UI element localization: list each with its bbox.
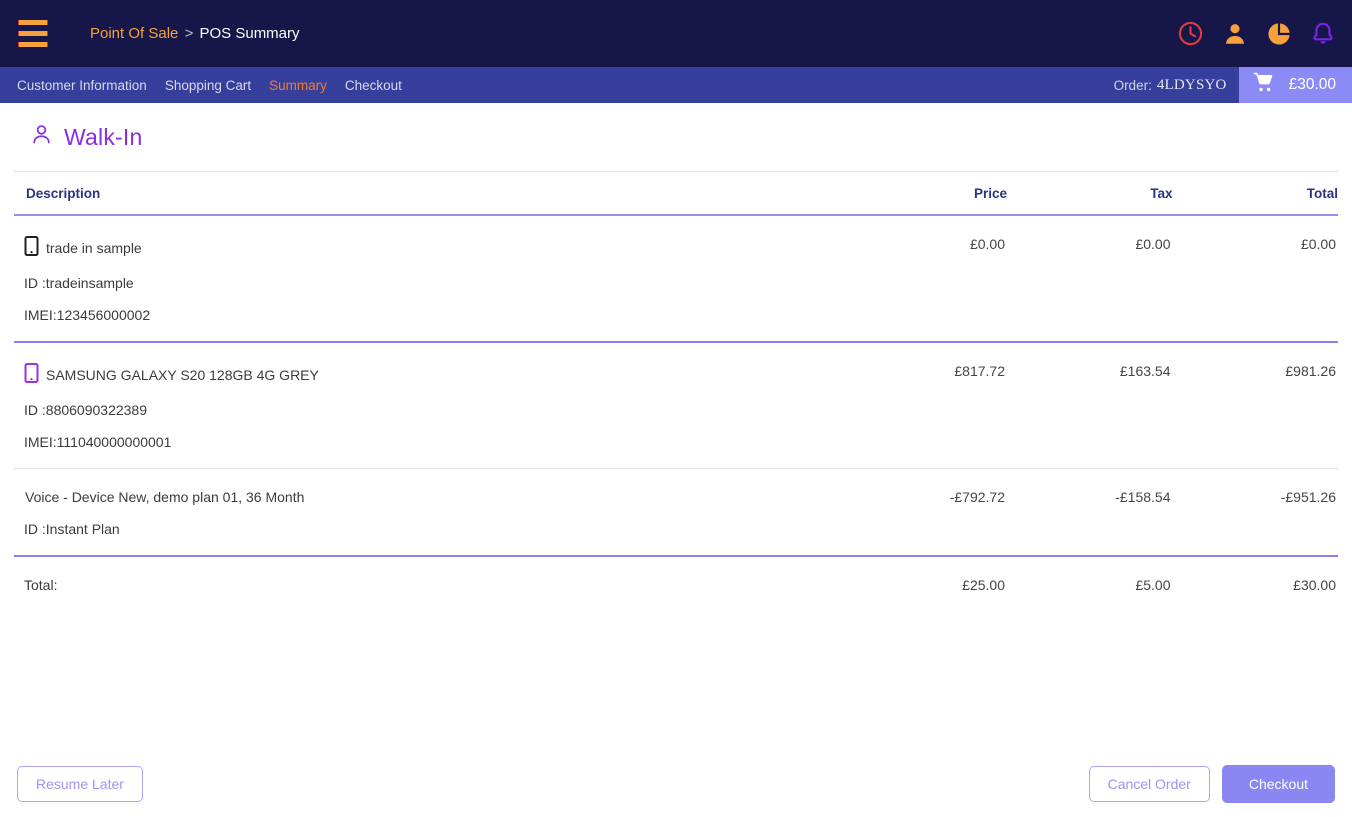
row-tax: £163.54 <box>1007 342 1173 469</box>
row-total: £981.26 <box>1172 342 1338 469</box>
tab-checkout[interactable]: Checkout <box>336 78 411 93</box>
row-tax: £0.00 <box>1007 215 1173 343</box>
hamburger-bar <box>18 31 48 36</box>
breadcrumb-parent[interactable]: Point Of Sale <box>90 25 178 42</box>
column-header-total: Total <box>1172 172 1338 216</box>
tab-customer-information[interactable]: Customer Information <box>8 78 156 93</box>
tab-summary[interactable]: Summary <box>260 78 336 93</box>
column-header-description: Description <box>14 172 842 216</box>
cancel-order-button[interactable]: Cancel Order <box>1088 766 1210 802</box>
column-header-price: Price <box>841 172 1007 216</box>
footer-actions: Resume Later Cancel Order Checkout <box>0 765 1352 803</box>
table-header-row: Description Price Tax Total <box>14 172 1338 216</box>
product-id: ID :Instant Plan <box>24 521 120 537</box>
footer-right-actions: Cancel Order Checkout <box>1088 765 1335 803</box>
product-imei: IMEI:111040000000001 <box>24 434 172 450</box>
row-tax: -£158.54 <box>1115 489 1171 505</box>
product-imei: IMEI:123456000002 <box>24 307 151 323</box>
customer-header: Walk-In <box>14 103 1338 172</box>
row-description-cell: trade in sample ID :tradeinsample IMEI:1… <box>14 215 842 343</box>
shopping-cart-icon <box>1252 71 1275 99</box>
row-total: £0.00 <box>1172 215 1338 343</box>
total-label: Total: <box>14 555 842 593</box>
product-name: Voice - Device New, demo plan 01, 36 Mon… <box>25 489 305 505</box>
phone-icon <box>24 236 39 259</box>
tab-shopping-cart[interactable]: Shopping Cart <box>156 78 260 93</box>
breadcrumb-separator: > <box>184 25 194 42</box>
clock-icon[interactable] <box>1177 20 1204 47</box>
hamburger-menu-icon[interactable] <box>12 14 54 54</box>
breadcrumb-current: POS Summary <box>199 25 300 42</box>
row-price: £817.72 <box>841 342 1007 469</box>
product-name-line: Voice - Device New, demo plan 01, 36 Mon… <box>24 489 842 505</box>
resume-later-button[interactable]: Resume Later <box>17 766 143 802</box>
pie-chart-icon[interactable] <box>1266 21 1292 47</box>
row-price: -£792.72 <box>949 489 1005 505</box>
checkout-button[interactable]: Checkout <box>1221 765 1335 803</box>
row-description-cell: Voice - Device New, demo plan 01, 36 Mon… <box>14 469 842 557</box>
row-total: -£951.26 <box>1280 489 1336 505</box>
order-label-wrap: Order: 4LDYSYO <box>1114 67 1239 103</box>
table-total-row: Total: £25.00 £5.00 £30.00 <box>14 555 1338 593</box>
table-row: SAMSUNG GALAXY S20 128GB 4G GREY ID :880… <box>14 342 1338 469</box>
pos-step-nav: Customer Information Shopping Cart Summa… <box>0 67 1352 103</box>
total-tax: £5.00 <box>1007 555 1173 593</box>
top-bar: Point Of Sale > POS Summary <box>0 0 1352 67</box>
items-table-wrap: Description Price Tax Total trade in sam… <box>0 172 1352 593</box>
total-total: £30.00 <box>1172 555 1338 593</box>
hamburger-bar <box>18 20 48 25</box>
order-info: Order: 4LDYSYO £30.00 <box>1114 67 1352 103</box>
user-icon[interactable] <box>1222 21 1248 47</box>
order-code: 4LDYSYO <box>1156 76 1227 93</box>
breadcrumb: Point Of Sale > POS Summary <box>90 25 300 42</box>
product-name: trade in sample <box>46 239 142 256</box>
order-label: Order: <box>1113 77 1152 93</box>
product-name-line: SAMSUNG GALAXY S20 128GB 4G GREY <box>24 363 842 386</box>
row-description-cell: SAMSUNG GALAXY S20 128GB 4G GREY ID :880… <box>14 342 842 469</box>
phone-icon <box>24 363 39 386</box>
row-price: £0.00 <box>841 215 1007 343</box>
customer-name: Walk-In <box>64 123 143 150</box>
cart-total-button[interactable]: £30.00 <box>1238 67 1352 103</box>
table-row: Voice - Device New, demo plan 01, 36 Mon… <box>14 469 1338 557</box>
items-table: Description Price Tax Total trade in sam… <box>14 172 1338 593</box>
hamburger-bar <box>18 42 48 47</box>
product-name-line: trade in sample <box>24 236 842 259</box>
product-id: ID :8806090322389 <box>24 402 147 418</box>
top-icon-group <box>1177 0 1336 67</box>
bell-icon[interactable] <box>1310 21 1336 47</box>
person-icon <box>30 123 53 151</box>
total-price: £25.00 <box>841 555 1007 593</box>
cart-amount: £30.00 <box>1288 76 1336 93</box>
product-id: ID :tradeinsample <box>24 275 134 291</box>
column-header-tax: Tax <box>1007 172 1173 216</box>
product-name: SAMSUNG GALAXY S20 128GB 4G GREY <box>46 366 319 383</box>
table-row: trade in sample ID :tradeinsample IMEI:1… <box>14 215 1338 343</box>
